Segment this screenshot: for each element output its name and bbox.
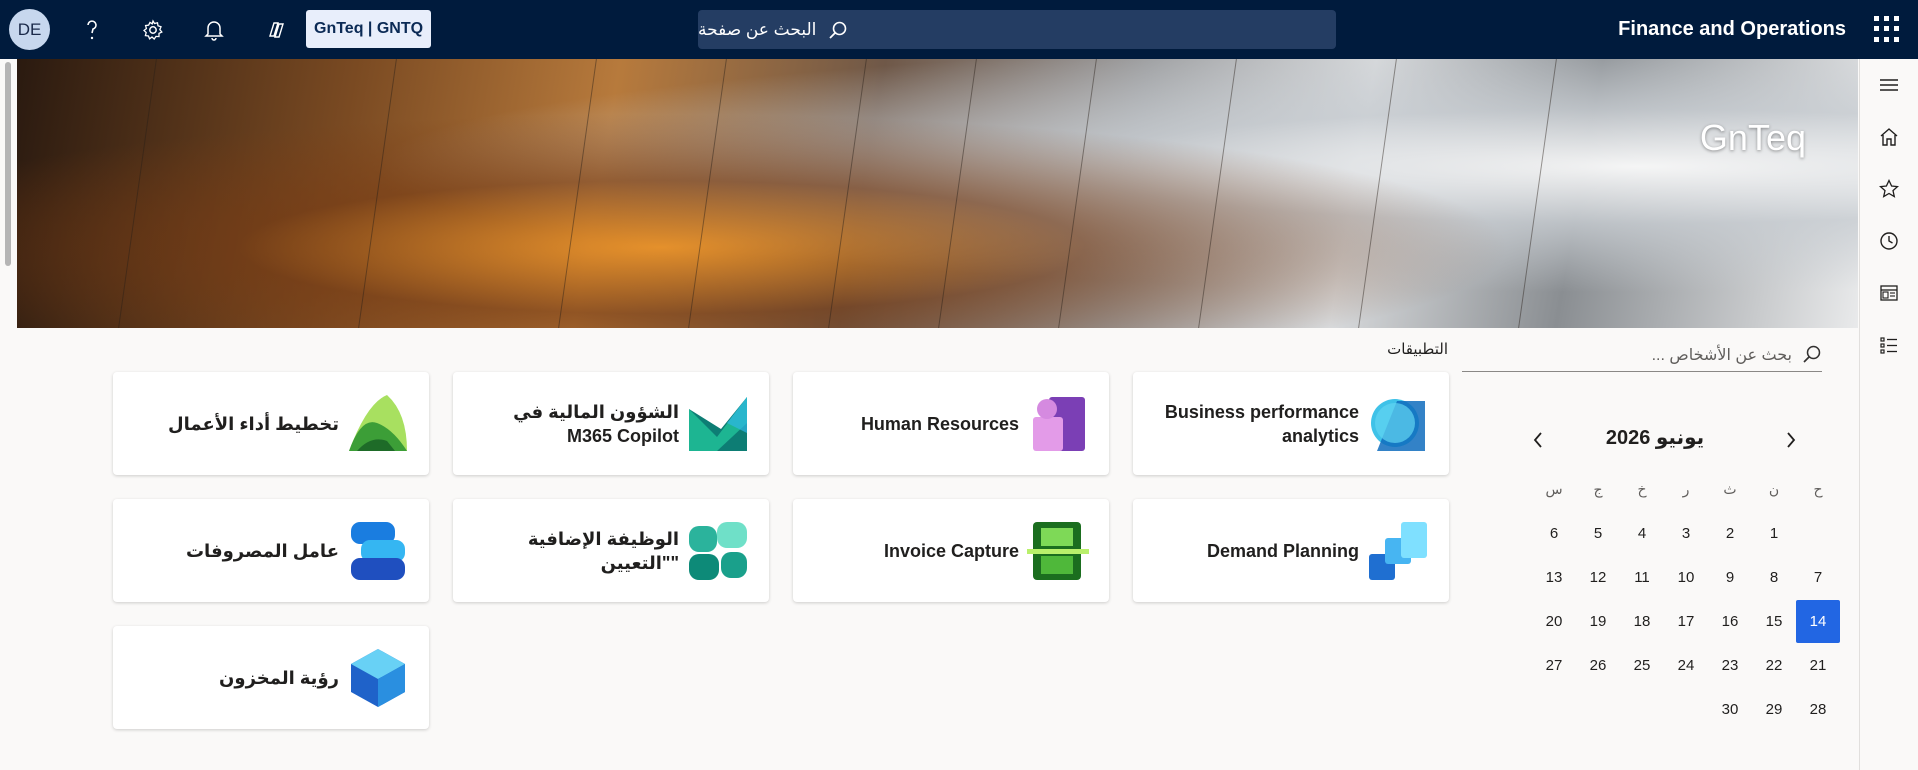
workspaces-icon[interactable] xyxy=(1873,277,1905,309)
inventory-visibility-icon xyxy=(351,648,405,707)
calendar-day[interactable]: 28 xyxy=(1796,688,1840,731)
calendar-day[interactable]: 12 xyxy=(1576,556,1620,599)
tile-demand-planning[interactable]: Demand Planning xyxy=(1133,499,1449,602)
tile-assignment-add-in[interactable]: الوظيفة الإضافية "التعيين" xyxy=(453,499,769,602)
modules-list-icon[interactable] xyxy=(1873,329,1905,361)
calendar-day[interactable]: 9 xyxy=(1708,556,1752,599)
calendar-day[interactable]: 26 xyxy=(1576,644,1620,687)
calendar-weekday: ث xyxy=(1723,481,1737,497)
page-scrollbar[interactable] xyxy=(5,62,11,266)
favorites-star-icon[interactable] xyxy=(1873,173,1905,205)
search-icon xyxy=(828,20,848,40)
calendar-day[interactable]: 8 xyxy=(1752,556,1796,599)
tile-label: الوظيفة الإضافية "التعيين" xyxy=(527,528,679,573)
calendar-weekday: ح xyxy=(1813,481,1823,497)
calendar-weekday: خ xyxy=(1637,481,1647,497)
page-search-placeholder: البحث عن صفحة xyxy=(698,19,817,39)
calendar-day-today[interactable]: 14 xyxy=(1796,600,1840,643)
tile-label: Human Resources xyxy=(860,413,1019,434)
tile-label: عامل المصروفات xyxy=(185,540,339,561)
top-bar: DE GnTeq | GNTQ البحث عن صفحة Finance an… xyxy=(0,0,1918,59)
finance-copilot-icon xyxy=(689,396,747,451)
calendar-day[interactable]: 21 xyxy=(1796,644,1840,687)
copilot-icon[interactable] xyxy=(260,14,292,46)
tile-business-performance-analytics[interactable]: Business performance analytics xyxy=(1133,372,1449,475)
calendar-month-label: يونيو 2026 xyxy=(1605,427,1705,449)
calendar-weekday: س xyxy=(1545,481,1563,497)
page-search-input[interactable]: البحث عن صفحة xyxy=(698,10,1336,49)
invoice-capture-icon xyxy=(1027,521,1089,580)
calendar-day[interactable]: 22 xyxy=(1752,644,1796,687)
tile-label: رؤية المخزون xyxy=(219,667,339,688)
calendar-day[interactable]: 30 xyxy=(1708,688,1752,731)
calendar-day[interactable]: 19 xyxy=(1576,600,1620,643)
navigation-rail xyxy=(1859,59,1918,770)
hero-banner-image: GnTeq xyxy=(17,59,1858,328)
calendar-header: يونيو 2026 xyxy=(1510,420,1800,460)
tile-label: تخطيط أداء الأعمال xyxy=(168,413,339,434)
hamburger-menu-icon[interactable] xyxy=(1873,69,1905,101)
user-avatar[interactable]: DE xyxy=(9,9,50,50)
tile-human-resources[interactable]: Human Resources xyxy=(793,372,1109,475)
expense-agent-icon xyxy=(351,521,405,580)
recent-clock-icon[interactable] xyxy=(1873,225,1905,257)
calendar-day[interactable]: 10 xyxy=(1664,556,1708,599)
tile-label: Business performance analytics xyxy=(1164,401,1359,446)
calendar-day[interactable]: 23 xyxy=(1708,644,1752,687)
calendar-day[interactable]: 24 xyxy=(1664,644,1708,687)
tile-invoice-capture[interactable]: Invoice Capture xyxy=(793,499,1109,602)
calendar-day[interactable]: 1 xyxy=(1752,512,1796,555)
calendar-day[interactable]: 18 xyxy=(1620,600,1664,643)
business-performance-analytics-icon xyxy=(1371,398,1425,451)
notifications-bell-icon[interactable] xyxy=(198,14,230,46)
tile-finance-m365-copilot[interactable]: الشؤون المالية في M365 Copilot xyxy=(453,372,769,475)
calendar-day[interactable]: 6 xyxy=(1532,512,1576,555)
people-search-placeholder: بحث عن الأشخاص ... xyxy=(1651,347,1792,364)
tile-business-performance-planning[interactable]: تخطيط أداء الأعمال xyxy=(113,372,429,475)
calendar-day[interactable]: 27 xyxy=(1532,644,1576,687)
tile-label: Invoice Capture xyxy=(883,540,1019,561)
calendar-day[interactable]: 15 xyxy=(1752,600,1796,643)
calendar-day[interactable]: 29 xyxy=(1752,688,1796,731)
calendar-day[interactable]: 17 xyxy=(1664,600,1708,643)
apps-section-label: التطبيقات xyxy=(1387,341,1448,358)
calendar-day[interactable]: 5 xyxy=(1576,512,1620,555)
app-launcher-waffle-icon[interactable] xyxy=(1874,16,1900,42)
human-resources-icon xyxy=(1033,396,1085,451)
calendar-day[interactable]: 20 xyxy=(1532,600,1576,643)
calendar-day[interactable]: 4 xyxy=(1620,512,1664,555)
settings-gear-icon[interactable] xyxy=(137,14,169,46)
tile-inventory-visibility[interactable]: رؤية المخزون xyxy=(113,626,429,729)
people-search-input[interactable]: بحث عن الأشخاص ... xyxy=(1462,339,1822,372)
demand-planning-icon xyxy=(1369,521,1427,580)
calendar-weekday: ر xyxy=(1682,481,1690,497)
calendar-day[interactable]: 7 xyxy=(1796,556,1840,599)
calendar-day[interactable]: 3 xyxy=(1664,512,1708,555)
calendar-day[interactable]: 13 xyxy=(1532,556,1576,599)
calendar-next-chevron-right-icon[interactable] xyxy=(1778,427,1804,453)
tile-label: Demand Planning xyxy=(1206,540,1359,561)
company-selector[interactable]: GnTeq | GNTQ xyxy=(306,10,432,48)
calendar-weekday: ج xyxy=(1593,481,1603,497)
tile-expense-agent[interactable]: عامل المصروفات xyxy=(113,499,429,602)
banner-title: GnTeq xyxy=(1699,117,1806,158)
calendar-weekday: ن xyxy=(1768,481,1780,497)
help-icon[interactable] xyxy=(76,14,108,46)
calendar-day[interactable]: 25 xyxy=(1620,644,1664,687)
home-icon[interactable] xyxy=(1873,121,1905,153)
calendar-day[interactable]: 11 xyxy=(1620,556,1664,599)
business-performance-planning-icon xyxy=(349,394,407,451)
calendar-day[interactable]: 16 xyxy=(1708,600,1752,643)
search-icon xyxy=(1802,344,1822,369)
app-title: Finance and Operations xyxy=(1618,18,1846,40)
calendar-day[interactable]: 2 xyxy=(1708,512,1752,555)
assignment-add-in-icon xyxy=(689,521,747,580)
tile-label: الشؤون المالية في M365 Copilot xyxy=(513,401,679,446)
